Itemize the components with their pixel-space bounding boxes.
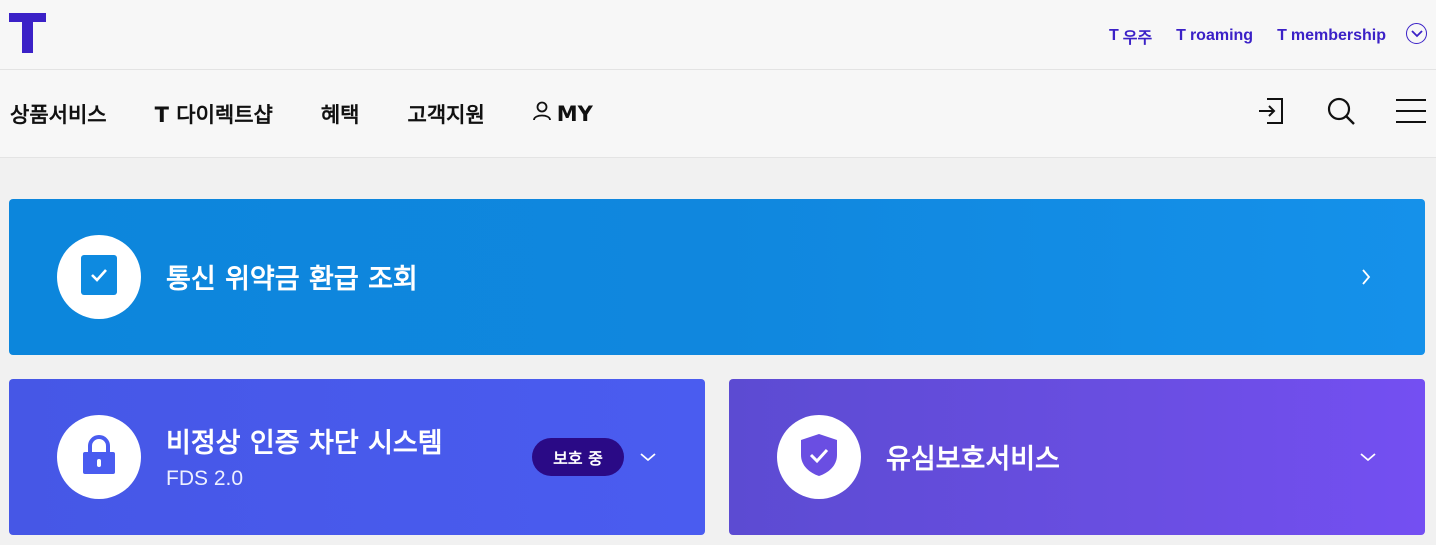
chevron-down-icon[interactable] [1357, 446, 1379, 468]
shield-check-icon [800, 433, 838, 481]
util-link-membership[interactable]: T membership [1277, 27, 1386, 45]
usim-protect-card[interactable]: 유심보호서비스 [729, 379, 1425, 535]
chevron-down-icon[interactable] [637, 446, 659, 468]
global-nav: 상품서비스 T 다이렉트샵 혜택 고객지원 MY [0, 70, 1436, 158]
refund-card-title: 통신 위약금 환급 조회 [166, 264, 418, 295]
chevron-down-circle-icon[interactable] [1406, 23, 1427, 44]
gnb-item-support[interactable]: 고객지원 [408, 99, 485, 129]
util-link-label: 우주 [1122, 30, 1153, 47]
gnb-item-label: MY [556, 101, 593, 126]
utility-bar: T 우주 T roaming T membership [0, 0, 1436, 70]
chevron-right-icon [1355, 266, 1377, 288]
gnb-item-label: 상품서비스 [10, 102, 107, 127]
util-link-roaming[interactable]: T roaming [1176, 27, 1253, 45]
checkbox-icon [81, 255, 117, 299]
gnb-item-products[interactable]: 상품서비스 [10, 99, 107, 129]
icon-circle [777, 415, 861, 499]
gnb-item-my[interactable]: MY [532, 101, 593, 126]
util-link-woojoo[interactable]: T 우주 [1109, 24, 1152, 48]
t-mark: T [1277, 27, 1287, 44]
fds-card-title: 비정상 인증 차단 시스템 [166, 428, 443, 459]
gnb-item-label: 혜택 [320, 102, 360, 127]
t-mark: T [1176, 27, 1186, 44]
refund-inquiry-card[interactable]: 통신 위약금 환급 조회 [9, 199, 1425, 355]
icon-circle [57, 415, 141, 499]
util-link-label: roaming [1189, 27, 1254, 44]
gnb-item-label: T 다이렉트샵 [154, 102, 273, 127]
gnb-item-benefits[interactable]: 혜택 [321, 99, 360, 129]
user-icon [532, 101, 551, 126]
fds-card-subtitle: FDS 2.0 [166, 467, 244, 490]
menu-icon[interactable] [1396, 96, 1426, 126]
gnb-menu: 상품서비스 T 다이렉트샵 혜택 고객지원 MY [10, 70, 641, 157]
gnb-icons [1256, 96, 1426, 126]
gnb-item-label: 고객지원 [407, 102, 485, 127]
status-badge: 보호 중 [532, 438, 624, 476]
utility-links: T 우주 T roaming T membership [1109, 24, 1386, 48]
login-icon[interactable] [1256, 96, 1286, 126]
gnb-item-direct-shop[interactable]: T 다이렉트샵 [155, 99, 273, 129]
t-mark: T [1108, 27, 1119, 44]
util-link-label: membership [1290, 27, 1386, 44]
usim-card-title: 유심보호서비스 [886, 444, 1060, 475]
lock-icon [81, 435, 117, 479]
icon-circle [57, 235, 141, 319]
fds-card[interactable]: 비정상 인증 차단 시스템 FDS 2.0 보호 중 [9, 379, 705, 535]
t-logo-icon[interactable] [9, 13, 46, 53]
search-icon[interactable] [1326, 96, 1356, 126]
